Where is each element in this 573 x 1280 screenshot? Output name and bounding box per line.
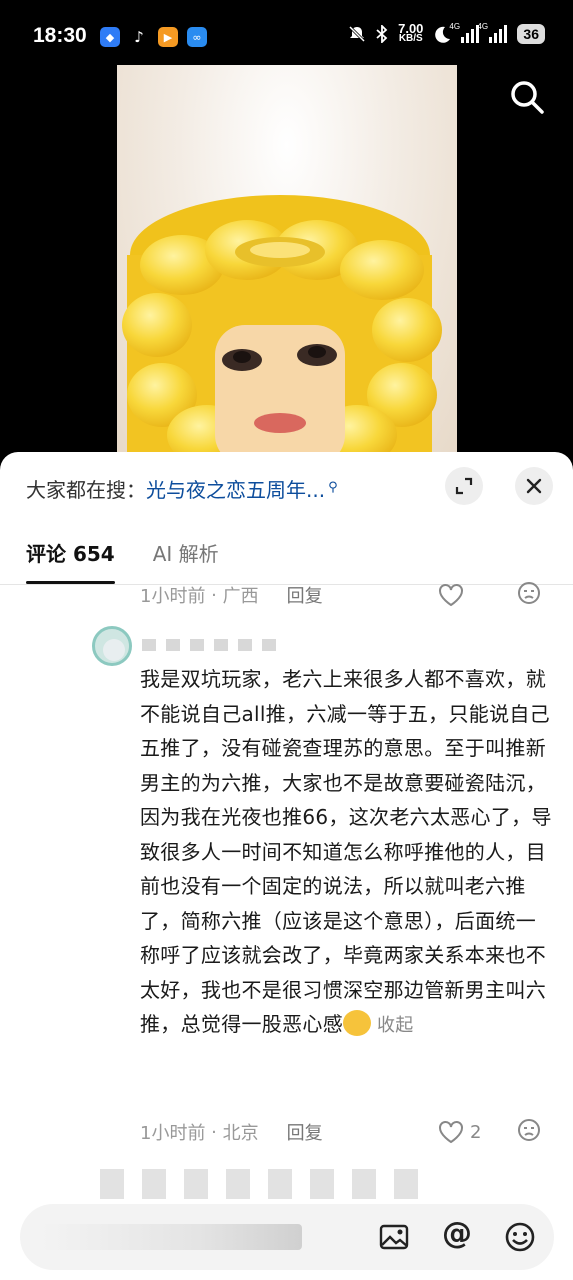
meta-separator: · [205, 1121, 223, 1143]
notification-icons: ◆ ♪ ▶ ∞ [100, 27, 207, 47]
reply-button[interactable]: 回复 [287, 1119, 323, 1145]
avatar[interactable] [92, 626, 132, 666]
mute-bell-icon [349, 25, 366, 43]
status-time: 18:30 [33, 24, 87, 47]
comment-body: 我是双坑玩家，老六上来很多人都不喜欢，就不能说自己all推，六减一等于五，只能说… [140, 662, 552, 1044]
comment-time: 1小时前 [140, 586, 206, 607]
close-button[interactable] [515, 467, 553, 505]
tiktok-icon: ♪ [129, 27, 149, 47]
video-app-icon: ▶ [158, 27, 178, 47]
search-button[interactable] [509, 79, 545, 115]
smiley-icon [505, 1222, 535, 1252]
tab-comments[interactable]: 评论 654 [26, 538, 115, 584]
heart-icon [439, 1121, 463, 1144]
like-button[interactable]: 2 [438, 1120, 481, 1144]
signal-2: 4G [477, 22, 508, 43]
heart-icon [439, 584, 463, 607]
comment-meta-row: 1小时前 · 广西 回复 [140, 580, 550, 610]
like-count: 2 [470, 1121, 482, 1143]
corn-face-image [122, 195, 442, 465]
next-comment-blurred [100, 1169, 418, 1199]
tab-ai-analysis[interactable]: AI 解析 [153, 538, 219, 582]
close-icon [526, 478, 542, 494]
mention-button[interactable]: @ [441, 1215, 473, 1251]
status-bar: 18:30 ◆ ♪ ▶ ∞ 7.00 KB/S 4G 4G 36 [0, 0, 573, 75]
image-button[interactable] [378, 1221, 410, 1253]
dislike-button[interactable] [517, 581, 541, 610]
battery-indicator: 36 [517, 24, 545, 44]
comment-input-field[interactable] [42, 1224, 302, 1250]
comment-tabs: 评论 654 AI 解析 [26, 538, 219, 584]
comment-location: 广西 [222, 586, 259, 607]
comment-input-bar[interactable]: @ [20, 1204, 554, 1270]
comment-text: 我是双坑玩家，老六上来很多人都不喜欢，就不能说自己all推，六减一等于五，只能说… [140, 667, 552, 1036]
username-blurred [142, 639, 276, 651]
hot-search-keyword[interactable]: 光与夜之恋五周年... [146, 478, 325, 502]
app-notification-icon: ◆ [100, 27, 120, 47]
cloud-app-icon: ∞ [187, 27, 207, 47]
dislike-button[interactable] [517, 1118, 541, 1147]
status-indicators: 7.00 KB/S 4G 4G 36 [348, 22, 545, 44]
image-icon [379, 1224, 409, 1250]
comment-sheet: 大家都在搜：光与夜之恋五周年... ⚲ 评论 654 AI 解析 1小时前 · 广… [0, 452, 573, 1280]
collapse-button[interactable]: 收起 [377, 1015, 414, 1036]
reply-button[interactable]: 回复 [287, 582, 323, 608]
video-player[interactable] [0, 65, 573, 475]
meta-separator: · [205, 584, 223, 606]
like-button[interactable] [438, 583, 464, 607]
net-speed-unit: KB/S [398, 33, 423, 44]
bluetooth-icon [376, 25, 388, 43]
dislike-face-icon [518, 581, 540, 604]
search-icon [511, 81, 544, 114]
hot-search-label: 大家都在搜： [26, 478, 146, 502]
signal-label: 4G [477, 22, 489, 31]
comment-location: 北京 [222, 1123, 259, 1144]
dislike-face-icon [518, 1118, 540, 1141]
expand-button[interactable] [445, 467, 483, 505]
flustered-emoji-icon [343, 1010, 371, 1036]
comment-time: 1小时前 [140, 1123, 206, 1144]
signal-label: 4G [449, 22, 461, 31]
expand-icon [455, 477, 473, 495]
video-frame [117, 65, 457, 465]
at-icon: @ [442, 1215, 472, 1251]
comment-meta-row: 1小时前 · 北京 回复 2 [140, 1117, 550, 1147]
net-speed: 7.00 KB/S [398, 22, 423, 44]
small-search-icon: ⚲ [328, 480, 338, 495]
emoji-button[interactable] [504, 1221, 536, 1253]
hot-search-banner[interactable]: 大家都在搜：光与夜之恋五周年... ⚲ [26, 474, 338, 503]
